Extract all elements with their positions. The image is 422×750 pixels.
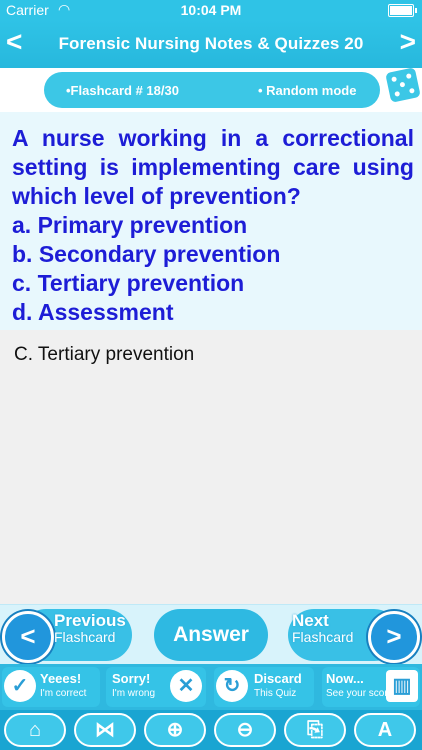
question-text: A nurse working in a correctional settin… (12, 125, 414, 209)
dice-icon[interactable] (385, 67, 421, 103)
checkmark-icon: ✓ (4, 670, 36, 702)
answer-area: C. Tertiary prevention (0, 330, 422, 604)
option-b: b. Secondary prevention (12, 241, 281, 267)
status-bar: Carrier ◠ 10:04 PM (0, 0, 422, 20)
question-panel: A nurse working in a correctional settin… (0, 112, 422, 330)
arrow-left-icon[interactable]: < (2, 611, 54, 663)
see-score-button[interactable]: Now... See your score ▥ (322, 667, 420, 707)
bookmark-icon[interactable]: ⎘ (284, 713, 346, 747)
option-c: c. Tertiary prevention (12, 270, 245, 296)
page-title: Forensic Nursing Notes & Quizzes 20 (58, 34, 364, 53)
score-sub: See your score (326, 688, 394, 699)
answer-button[interactable]: Answer (154, 609, 268, 661)
flashcard-info-bar: •Flashcard # 18/30 • Random mode (0, 67, 422, 112)
bar-chart-icon: ▥ (386, 670, 418, 702)
option-a: a. Primary prevention (12, 212, 248, 238)
score-title: Now... (326, 671, 364, 686)
flashcard-counter: •Flashcard # 18/30 (66, 83, 179, 98)
wrong-title: Sorry! (112, 671, 151, 686)
option-d: d. Assessment (12, 299, 174, 325)
wrong-button[interactable]: Sorry! I'm wrong ✕ (106, 667, 206, 707)
next-label[interactable]: Next Flashcard (292, 611, 354, 645)
discard-quiz-button[interactable]: ↻ Discard This Quiz (214, 667, 314, 707)
flashcard-info-pill: •Flashcard # 18/30 • Random mode (44, 72, 380, 108)
home-icon[interactable]: ⌂ (4, 713, 66, 747)
recycle-icon: ↻ (216, 670, 248, 702)
discard-sub: This Quiz (254, 688, 297, 699)
share-icon[interactable]: ⋈ (74, 713, 136, 747)
bottom-toolbar: ⌂ ⋈ ⊕ ⊖ ⎘ A (0, 710, 422, 750)
previous-label[interactable]: Previous Flashcard (54, 611, 126, 645)
zoom-in-icon[interactable]: ⊕ (144, 713, 206, 747)
clock: 10:04 PM (180, 2, 242, 18)
discard-title: Discard (254, 671, 302, 686)
next-title: Next (292, 611, 329, 630)
cross-icon: ✕ (170, 670, 202, 702)
flashcard-controls: < Previous Flashcard Answer Next Flashca… (0, 604, 422, 665)
answer-text: C. Tertiary prevention (14, 344, 195, 365)
wrong-sub: I'm wrong (112, 688, 156, 699)
chevron-right-icon[interactable]: > (400, 28, 416, 56)
quiz-actions: ✓ Yeees! I'm correct Sorry! I'm wrong ✕ … (0, 664, 422, 710)
battery-icon (388, 4, 417, 17)
correct-sub: I'm correct (40, 688, 87, 699)
font-size-icon[interactable]: A (354, 713, 416, 747)
nav-bar: < Forensic Nursing Notes & Quizzes 20 > (0, 20, 422, 68)
arrow-right-icon[interactable]: > (368, 611, 420, 663)
zoom-out-icon[interactable]: ⊖ (214, 713, 276, 747)
random-mode-label: • Random mode (258, 83, 357, 98)
next-sub: Flashcard (292, 629, 354, 645)
previous-sub: Flashcard (54, 629, 116, 645)
correct-title: Yeees! (40, 671, 82, 686)
correct-button[interactable]: ✓ Yeees! I'm correct (2, 667, 100, 707)
previous-title: Previous (54, 611, 126, 630)
